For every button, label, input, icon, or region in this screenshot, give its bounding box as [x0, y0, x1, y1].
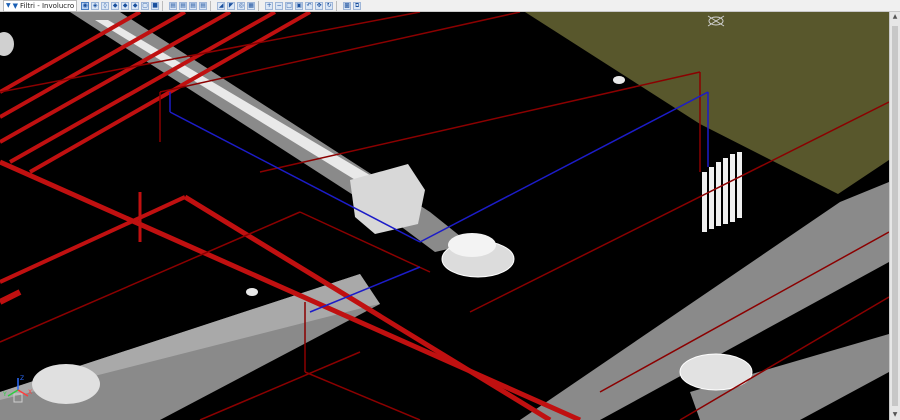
chevron-down-icon: ▼: [6, 2, 11, 9]
axis-label-y: Y: [2, 391, 7, 398]
zoom-out-icon[interactable]: −: [275, 1, 284, 10]
view-front-icon[interactable]: ◈: [91, 1, 100, 10]
filter-icon: ▼: [12, 1, 19, 10]
layer-buttons-group: ▤ ▤ ▤ ▤: [168, 0, 208, 12]
axis-label-z: Z: [20, 375, 24, 382]
scroll-down-icon[interactable]: ▼: [890, 410, 900, 420]
3d-viewport[interactable]: Z X Y: [0, 12, 900, 420]
zoom-prev-icon[interactable]: ↶: [305, 1, 314, 10]
diffuser-lower-left: [32, 364, 100, 404]
sprinkler-head: [613, 76, 625, 84]
zoom-in-icon[interactable]: +: [265, 1, 274, 10]
save-icon[interactable]: ▩: [343, 1, 352, 10]
layer-4-icon[interactable]: ▤: [199, 1, 208, 10]
toolbar-separator: [336, 0, 338, 11]
regenerate-icon[interactable]: ↻: [325, 1, 334, 10]
diffuser-center-top: [448, 233, 496, 257]
view-top-icon[interactable]: ◉: [81, 1, 90, 10]
pipe-fitting: [0, 32, 14, 56]
floor-slab: [525, 12, 889, 194]
view-solid-icon[interactable]: ■: [151, 1, 160, 10]
filter-dropdown[interactable]: ▼ ▼ Filtri - Involucro: [3, 0, 78, 12]
filter-dropdown-label: Filtri - Involucro: [20, 1, 75, 10]
layer-3-icon[interactable]: ▤: [189, 1, 198, 10]
view-iso-3-icon[interactable]: ◆: [131, 1, 140, 10]
vertical-scrollbar[interactable]: ▲ ▼: [889, 12, 900, 420]
measure-icon[interactable]: ◤: [227, 1, 236, 10]
scrollbar-thumb[interactable]: [892, 26, 898, 406]
view-buttons-group: ◉ ◈ ◊ ◆ ◆ ◆ ▢ ■: [80, 0, 160, 12]
model-canvas[interactable]: Z X Y: [0, 12, 900, 420]
toolbar-separator: [162, 0, 164, 11]
file-buttons-group: ▩ ⧉: [342, 0, 362, 12]
view-iso-icon[interactable]: ◆: [111, 1, 120, 10]
view-iso-2-icon[interactable]: ◆: [121, 1, 130, 10]
view-toolbar: ▼ ▼ Filtri - Involucro ◉ ◈ ◊ ◆ ◆ ◆ ▢ ■ ▤…: [0, 0, 900, 12]
cad-application: ▼ ▼ Filtri - Involucro ◉ ◈ ◊ ◆ ◆ ◆ ▢ ■ ▤…: [0, 0, 900, 420]
layer-2-icon[interactable]: ▤: [179, 1, 188, 10]
tool-buttons-group: ◢ ◤ ◎ ▦: [216, 0, 256, 12]
view-side-icon[interactable]: ◊: [101, 1, 110, 10]
section-icon[interactable]: ◢: [217, 1, 226, 10]
zoom-window-icon[interactable]: □: [285, 1, 294, 10]
axis-label-x: X: [28, 389, 32, 396]
copy-icon[interactable]: ⧉: [353, 1, 362, 10]
sprinkler-head: [246, 288, 258, 296]
grid-icon[interactable]: ▦: [247, 1, 256, 10]
view-wire-icon[interactable]: ▢: [141, 1, 150, 10]
toolbar-separator: [210, 0, 212, 11]
layer-1-icon[interactable]: ▤: [169, 1, 178, 10]
toolbar-separator: [258, 0, 260, 11]
zoom-buttons-group: + − □ ▣ ↶ ✥ ↻: [264, 0, 334, 12]
zoom-extents-icon[interactable]: ▣: [295, 1, 304, 10]
snap-icon[interactable]: ◎: [237, 1, 246, 10]
scroll-up-icon[interactable]: ▲: [890, 12, 900, 22]
pan-icon[interactable]: ✥: [315, 1, 324, 10]
